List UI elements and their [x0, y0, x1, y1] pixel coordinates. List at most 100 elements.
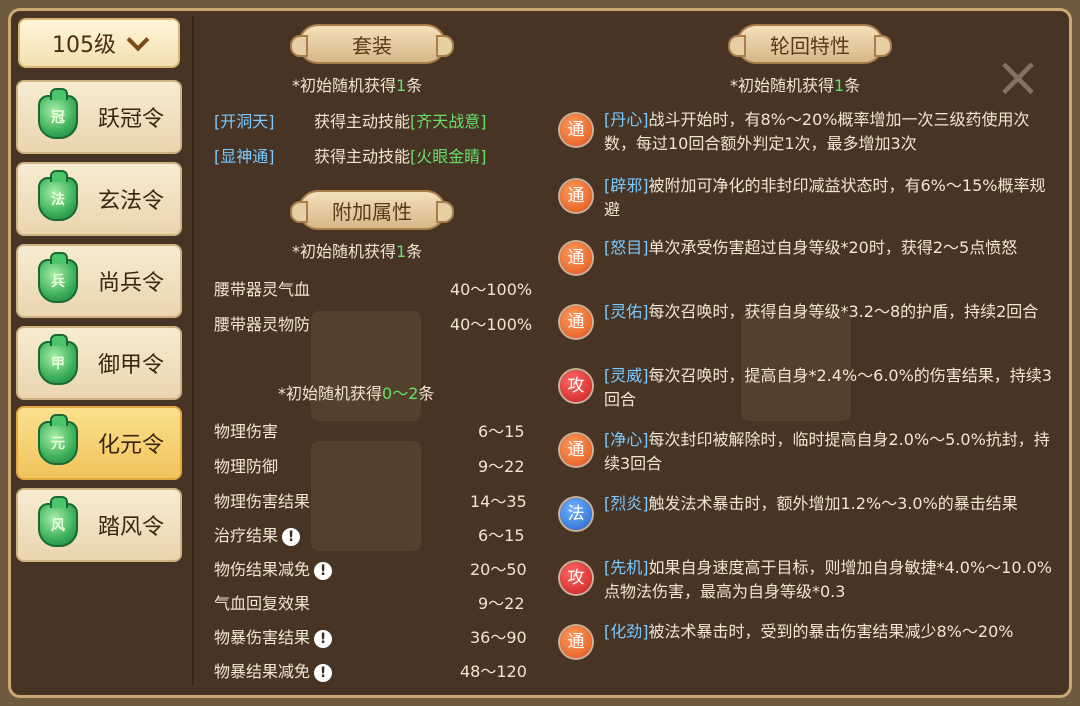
trait-item: [辟邪]被附加可净化的非封印减益状态时，有6%～15%概率规避 — [604, 174, 1054, 222]
warning-icon[interactable]: ! — [282, 527, 301, 546]
token-item[interactable]: 甲 御甲令 — [16, 326, 182, 400]
emblem-glyph: 法 — [51, 192, 65, 208]
background-art — [311, 441, 421, 551]
close-icon[interactable]: × — [992, 50, 1044, 106]
token-emblem-icon: 甲 — [38, 334, 78, 385]
extra-row-name: 腰带器灵物防 — [214, 315, 311, 334]
note-count: 1 — [396, 242, 407, 261]
trait-text: 每次封印被解除时，临时提高自身2.0%～5.0%抗封，持续3回合 — [604, 430, 1050, 473]
random-row: 治疗结果! — [214, 522, 301, 546]
note-count: 1 — [834, 76, 845, 95]
random-row-name: 物理伤害 — [214, 422, 279, 441]
random-row-range: 9～22 — [478, 457, 525, 476]
token-label: 玄法令 — [98, 189, 165, 214]
trait-type-badge: 通 — [560, 114, 592, 146]
token-item[interactable]: 冠 跃冠令 — [16, 80, 182, 154]
trait-item: [化劲]被法术暴击时，受到的暴击伤害结果减少8%～20% — [604, 620, 1054, 644]
level-select[interactable]: 105级 — [18, 18, 180, 68]
trait-name: [灵威] — [604, 366, 649, 385]
random-row: 物暴伤害结果! — [214, 624, 333, 648]
extra-row-name: 腰带器灵气血 — [214, 280, 311, 299]
token-label: 踏风令 — [98, 515, 165, 540]
token-emblem-icon: 冠 — [38, 88, 78, 139]
trait-item: [净心]每次封印被解除时，临时提高自身2.0%～5.0%抗封，持续3回合 — [604, 428, 1054, 476]
set-skill: [齐天战意] — [410, 112, 487, 131]
trait-text: 每次召唤时，获得自身等级*3.2～8的护盾，持续2回合 — [648, 302, 1039, 321]
trait-text: 每次召唤时，提高自身*2.4%～6.0%的伤害结果，持续3回合 — [604, 366, 1052, 409]
random-note: *初始随机获得0～2条 — [278, 380, 434, 404]
random-row-name: 物暴伤害结果 — [214, 628, 311, 647]
warning-icon[interactable]: ! — [314, 629, 333, 648]
emblem-glyph: 冠 — [51, 110, 65, 126]
token-emblem-icon: 元 — [38, 414, 78, 465]
random-row-range: 20～50 — [470, 560, 527, 579]
note-count: 1 — [396, 76, 407, 95]
token-label: 御甲令 — [98, 353, 165, 378]
random-row-name: 物伤结果减免 — [214, 560, 311, 579]
random-row-range: 36～90 — [470, 628, 527, 647]
set-desc: 获得主动技能 — [314, 112, 411, 131]
warning-icon[interactable]: ! — [314, 561, 333, 580]
rebirth-note: *初始随机获得1条 — [730, 72, 860, 96]
trait-item: [先机]如果自身速度高于目标，则增加自身敏捷*4.0%～10.0%点物法伤害，最… — [604, 556, 1054, 604]
note-suffix: 条 — [844, 76, 861, 95]
note-suffix: 条 — [406, 242, 423, 261]
random-row-name: 治疗结果 — [214, 526, 279, 545]
trait-text: 被附加可净化的非封印减益状态时，有6%～15%概率规避 — [604, 176, 1046, 219]
set-desc: 获得主动技能 — [314, 147, 411, 166]
rebirth-title: 轮回特性 — [770, 33, 850, 58]
trait-item: [怒目]单次承受伤害超过自身等级*20时，获得2～5点愤怒 — [604, 236, 1054, 260]
trait-name: [化劲] — [604, 622, 649, 641]
trait-text: 单次承受伤害超过自身等级*20时，获得2～5点愤怒 — [648, 238, 1018, 257]
token-item[interactable]: 法 玄法令 — [16, 162, 182, 236]
trait-type-badge: 通 — [560, 306, 592, 338]
set-row-desc: 获得主动技能[火眼金睛] — [314, 143, 487, 167]
random-row-range: 6～15 — [478, 526, 525, 545]
random-row: 物暴结果减免! — [214, 658, 333, 682]
column-divider — [192, 16, 194, 686]
token-item-selected[interactable]: 元 化元令 — [16, 406, 182, 480]
trait-text: 如果自身速度高于目标，则增加自身敏捷*4.0%～10.0%点物法伤害，最高为自身… — [604, 558, 1052, 601]
extra-header: 附加属性 — [290, 190, 454, 230]
set-tag: [显神通] — [214, 147, 275, 166]
token-label: 尚兵令 — [98, 271, 165, 296]
trait-item: [灵威]每次召唤时，提高自身*2.4%～6.0%的伤害结果，持续3回合 — [604, 364, 1054, 412]
token-emblem-icon: 兵 — [38, 252, 78, 303]
emblem-glyph: 风 — [51, 518, 65, 534]
set-row: [显神通] — [214, 143, 275, 167]
trait-name: [辟邪] — [604, 176, 649, 195]
trait-type-badge: 通 — [560, 180, 592, 212]
trait-name: [丹心] — [604, 110, 649, 129]
background-art — [311, 311, 421, 421]
trait-text: 触发法术暴击时，额外增加1.2%～3.0%的暴击结果 — [648, 494, 1018, 513]
token-emblem-icon: 风 — [38, 496, 78, 547]
trait-type-badge: 通 — [560, 626, 592, 658]
trait-name: [净心] — [604, 430, 649, 449]
trait-item: [烈炎]触发法术暴击时，额外增加1.2%～3.0%的暴击结果 — [604, 492, 1054, 516]
trait-type-badge: 攻 — [560, 562, 592, 594]
trait-text: 被法术暴击时，受到的暴击伤害结果减少8%～20% — [648, 622, 1014, 641]
random-row-range: 14～35 — [470, 492, 527, 511]
set-title: 套装 — [352, 33, 392, 58]
set-tag: [开洞天] — [214, 112, 275, 131]
trait-name: [怒目] — [604, 238, 649, 257]
token-item[interactable]: 风 踏风令 — [16, 488, 182, 562]
extra-note: *初始随机获得1条 — [292, 238, 422, 262]
emblem-glyph: 元 — [51, 436, 65, 452]
trait-type-badge: 通 — [560, 434, 592, 466]
extra-row-range: 40～100% — [450, 280, 533, 299]
note-count: 0～2 — [382, 384, 419, 403]
random-row-range: 6～15 — [478, 422, 525, 441]
extra-title: 附加属性 — [332, 199, 412, 224]
warning-icon[interactable]: ! — [314, 663, 333, 682]
token-label: 跃冠令 — [98, 107, 165, 132]
token-item[interactable]: 兵 尚兵令 — [16, 244, 182, 318]
rebirth-header: 轮回特性 — [728, 24, 892, 64]
set-row: [开洞天] — [214, 108, 275, 132]
random-row-range: 48～120 — [460, 662, 527, 681]
note-prefix: *初始随机获得 — [730, 76, 835, 95]
random-row-name: 物理伤害结果 — [214, 492, 311, 511]
note-prefix: *初始随机获得 — [292, 242, 397, 261]
level-select-value: 105级 — [52, 33, 116, 58]
token-emblem-icon: 法 — [38, 170, 78, 221]
